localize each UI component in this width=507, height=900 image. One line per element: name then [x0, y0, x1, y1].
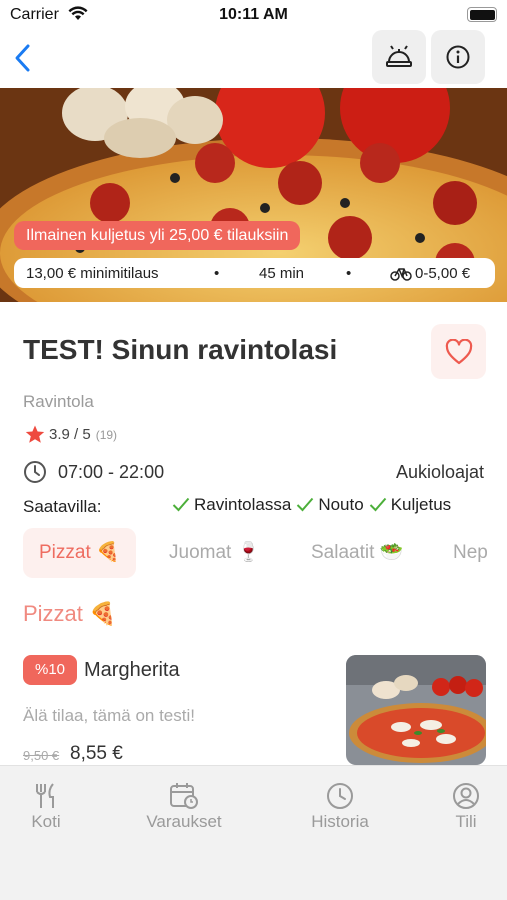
tab-nep[interactable]: Nep — [453, 528, 488, 578]
restaurant-category: Ravintola — [23, 392, 94, 411]
availability-options: Ravintolassa Nouto Kuljetus — [172, 495, 451, 515]
back-chevron-icon[interactable] — [10, 40, 34, 76]
availability-delivery: Kuljetus — [369, 495, 451, 515]
opening-hours-link[interactable]: Aukioloajat — [396, 462, 484, 483]
category-tabs: Pizzat 🍕 Juomat 🍷 Salaatit 🥗 Nep — [0, 528, 507, 580]
tabbar-bookings-label: Varaukset — [146, 812, 222, 831]
calendar-clock-icon — [170, 783, 198, 809]
tabbar-home[interactable]: Koti — [26, 782, 66, 832]
status-bar: Carrier 10:11 AM — [0, 0, 507, 30]
clock-time: 10:11 AM — [219, 6, 288, 23]
clock-history-icon — [327, 783, 353, 809]
rating-value: 3.9 / 5 — [49, 426, 91, 443]
bicycle-icon — [390, 268, 412, 281]
tabbar-bookings[interactable]: Varaukset — [140, 782, 228, 832]
tabbar-account[interactable]: Tili — [446, 782, 486, 832]
free-delivery-promo: Ilmainen kuljetus yli 25,00 € tilauksiin — [14, 221, 301, 250]
checkmark-icon — [297, 497, 314, 512]
nav-bar — [0, 30, 507, 88]
delivery-fee-label: 0-5,00 € — [415, 265, 471, 282]
section-title: Pizzat 🍕 — [23, 601, 117, 626]
tab-salaatit[interactable]: Salaatit 🥗 — [311, 528, 403, 578]
tabbar-account-label: Tili — [455, 812, 477, 831]
opening-hours: 07:00 - 22:00 — [58, 462, 165, 482]
tab-juomat[interactable]: Juomat 🍷 — [169, 528, 260, 578]
separator-dot: • — [214, 265, 220, 282]
tabbar-home-label: Koti — [31, 812, 61, 831]
heart-icon — [445, 338, 472, 364]
item-image[interactable] — [346, 655, 486, 765]
availability-dine-in: Ravintolassa — [172, 495, 291, 515]
item-description: Älä tilaa, tämä on testi! — [23, 706, 195, 725]
fork-knife-icon — [36, 783, 54, 808]
service-bell-icon — [386, 45, 412, 67]
item-price: 8,55 € — [70, 743, 123, 764]
margherita-pizza-image — [346, 655, 486, 765]
separator-dot: • — [346, 265, 352, 282]
favorite-button[interactable] — [431, 324, 486, 379]
rating: 3.9 / 5 (19) — [25, 425, 117, 444]
star-icon — [25, 425, 45, 443]
tabbar-history-label: Historia — [311, 812, 369, 831]
availability-label: Saatavilla: — [23, 497, 102, 516]
clock-icon — [24, 461, 46, 483]
item-old-price: 9,50 € — [23, 748, 60, 763]
info-icon — [446, 45, 470, 69]
item-name[interactable]: Margherita — [84, 659, 180, 682]
tabbar-history[interactable]: Historia — [305, 782, 375, 832]
availability-pickup: Nouto — [296, 495, 364, 515]
info-button[interactable] — [431, 30, 485, 84]
delivery-info-bar: 13,00 € minimitilaus • 45 min • 0-5,00 € — [14, 258, 495, 288]
min-order-label: 13,00 € minimitilaus — [26, 265, 159, 282]
user-icon — [453, 783, 479, 809]
discount-badge: %10 — [23, 655, 77, 685]
restaurant-hero: Ilmainen kuljetus yli 25,00 € tilauksiin… — [0, 88, 507, 302]
restaurant-name: TEST! Sinun ravintolasi — [23, 334, 338, 365]
service-bell-button[interactable] — [372, 30, 426, 84]
tab-pizzat[interactable]: Pizzat 🍕 — [23, 528, 136, 578]
rating-count: (19) — [95, 427, 118, 442]
checkmark-icon — [369, 497, 386, 512]
delivery-time-label: 45 min — [259, 265, 305, 282]
battery-icon — [467, 7, 497, 22]
bottom-tab-bar: Koti Varaukset Historia Tili — [0, 765, 507, 900]
checkmark-icon — [172, 497, 190, 512]
